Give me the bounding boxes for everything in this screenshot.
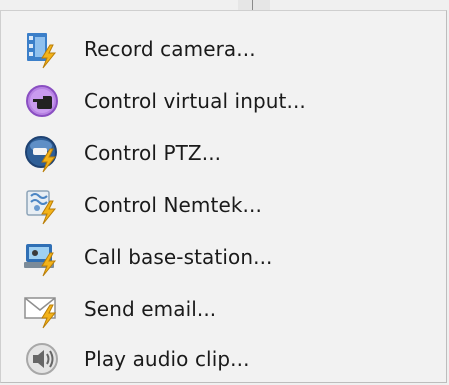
envelope-lightning-icon — [21, 288, 63, 330]
base-station-lightning-icon — [21, 236, 63, 278]
menu-item-record-camera[interactable]: Record camera... — [1, 23, 446, 75]
menu-item-play-audio-clip[interactable]: Play audio clip... — [1, 333, 446, 385]
menu-item-label: Control virtual input... — [84, 89, 306, 113]
menu-item-label: Play audio clip... — [84, 347, 250, 371]
ptz-camera-lightning-icon — [21, 132, 63, 174]
menu-item-label: Control PTZ... — [84, 141, 222, 165]
nemtek-fence-lightning-icon — [21, 184, 63, 226]
menu-item-label: Control Nemtek... — [84, 193, 262, 217]
context-menu: Record camera... Control virtual input..… — [0, 10, 447, 383]
menu-item-label: Call base-station... — [84, 245, 273, 269]
menu-item-label: Send email... — [84, 297, 217, 321]
menu-item-control-ptz[interactable]: Control PTZ... — [1, 127, 446, 179]
hand-pointer-icon — [21, 80, 63, 122]
film-camera-lightning-icon — [21, 28, 63, 70]
menu-item-control-nemtek[interactable]: Control Nemtek... — [1, 179, 446, 231]
menu-item-label: Record camera... — [84, 37, 256, 61]
menu-item-call-base-station[interactable]: Call base-station... — [1, 231, 446, 283]
speaker-icon — [21, 338, 63, 380]
menu-item-send-email[interactable]: Send email... — [1, 283, 446, 335]
menu-anchor-tick — [252, 0, 253, 10]
menu-item-control-virtual-input[interactable]: Control virtual input... — [1, 75, 446, 127]
